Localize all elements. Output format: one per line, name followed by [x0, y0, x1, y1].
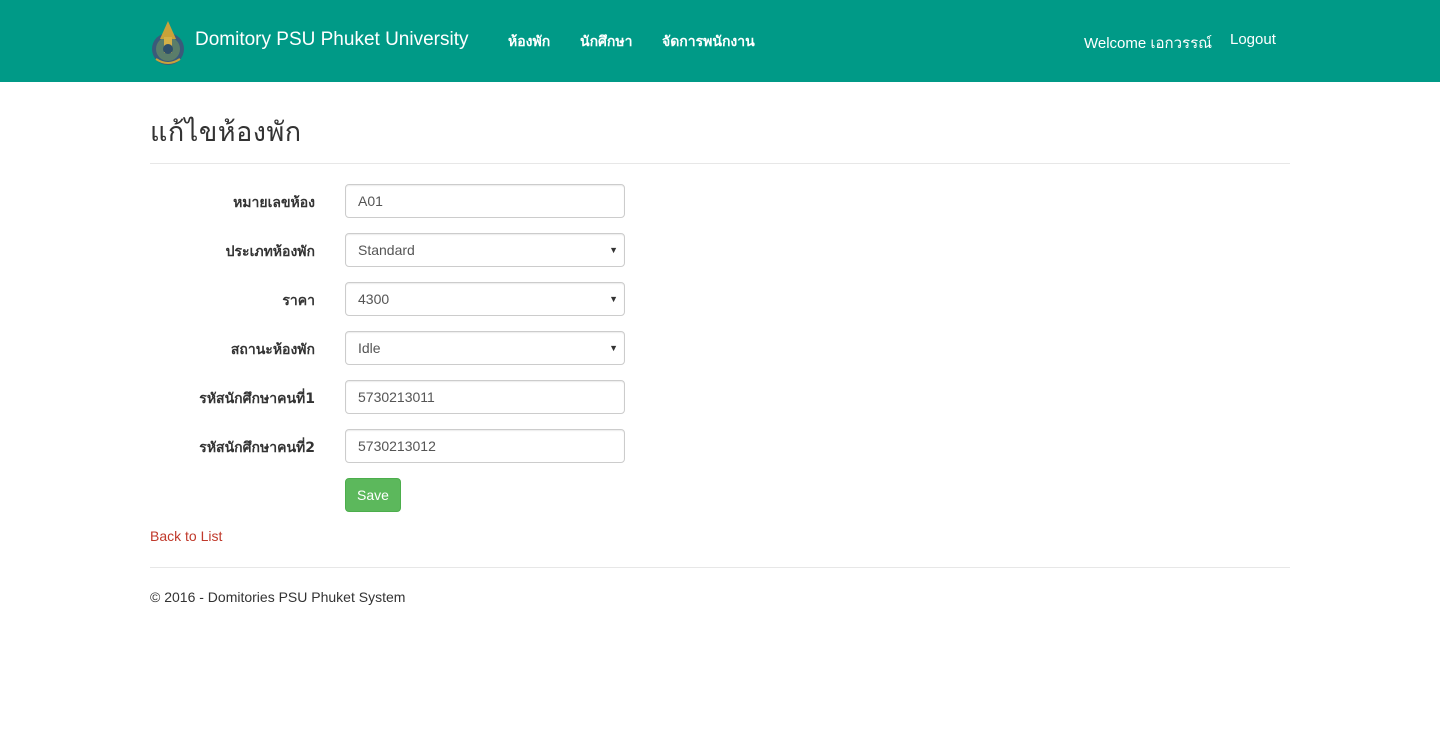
- form-row-student2: รหัสนักศึกษาคนที่2 5730213012: [150, 429, 630, 463]
- nav-link-staff[interactable]: จัดการพนักงาน: [662, 31, 755, 53]
- save-button[interactable]: Save: [345, 478, 401, 512]
- room-status-value: Idle: [358, 340, 381, 356]
- price-select[interactable]: 4300 ▼: [345, 282, 625, 316]
- room-type-select[interactable]: Standard ▼: [345, 233, 625, 267]
- room-number-label: หมายเลขห้อง: [233, 195, 315, 211]
- top-navbar: Domitory PSU Phuket University ห้องพัก น…: [0, 0, 1440, 82]
- welcome-user-link[interactable]: Welcome เอกวรรณ์: [1084, 31, 1212, 55]
- logout-link[interactable]: Logout: [1230, 31, 1276, 48]
- room-number-input[interactable]: A01: [345, 184, 625, 218]
- footer-copyright: © 2016 - Domitories PSU Phuket System: [150, 589, 406, 605]
- price-label: ราคา: [282, 293, 315, 309]
- navbar-inner: Domitory PSU Phuket University ห้องพัก น…: [150, 0, 1290, 82]
- form-row-student1: รหัสนักศึกษาคนที่1 5730213011: [150, 380, 630, 414]
- room-type-label: ประเภทห้องพัก: [225, 244, 315, 260]
- student1-label: รหัสนักศึกษาคนที่1: [199, 391, 315, 407]
- room-status-select[interactable]: Idle ▼: [345, 331, 625, 365]
- form-row-room-number: หมายเลขห้อง A01: [150, 184, 630, 218]
- back-to-list-link[interactable]: Back to List: [150, 528, 222, 544]
- room-status-label: สถานะห้องพัก: [230, 342, 315, 358]
- chevron-down-icon: ▼: [609, 294, 618, 304]
- form-row-room-status: สถานะห้องพัก Idle ▼: [150, 331, 630, 365]
- footer-divider: [150, 567, 1290, 568]
- nav-link-students[interactable]: นักศึกษา: [580, 31, 633, 53]
- student1-input[interactable]: 5730213011: [345, 380, 625, 414]
- brand-title[interactable]: Domitory PSU Phuket University: [195, 29, 468, 51]
- chevron-down-icon: ▼: [609, 245, 618, 255]
- page-title: แก้ไขห้องพัก: [150, 117, 302, 148]
- form-row-room-type: ประเภทห้องพัก Standard ▼: [150, 233, 630, 267]
- form-row-price: ราคา 4300 ▼: [150, 282, 630, 316]
- title-divider: [150, 163, 1290, 164]
- university-seal-icon[interactable]: [150, 19, 186, 67]
- chevron-down-icon: ▼: [609, 343, 618, 353]
- student2-label: รหัสนักศึกษาคนที่2: [199, 440, 315, 456]
- nav-link-rooms[interactable]: ห้องพัก: [508, 31, 550, 53]
- price-value: 4300: [358, 291, 390, 307]
- student2-input[interactable]: 5730213012: [345, 429, 625, 463]
- room-type-value: Standard: [358, 242, 415, 258]
